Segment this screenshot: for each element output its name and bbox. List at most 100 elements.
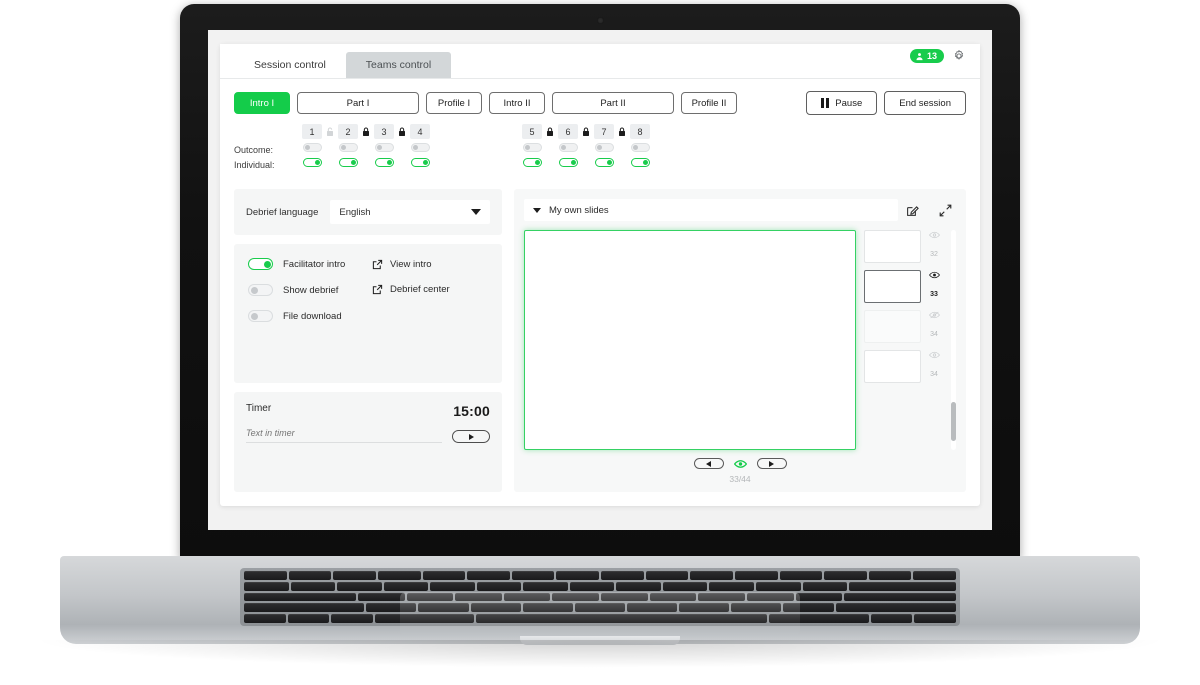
app-body: Intro I Part I Profile I Intro II Part I… [220,79,980,506]
option-facilitator-intro[interactable]: Facilitator intro [248,258,372,270]
slides-panel: My own slides 32 33 34 34 33/44 [514,189,966,492]
individual-toggle-4[interactable] [410,158,430,167]
phase-button-part-2[interactable]: Part II [552,92,674,114]
matrix-label-outcome: Outcome: [234,145,274,155]
individual-toggle-8[interactable] [630,158,650,167]
debrief-language-card: Debrief language English [234,189,502,235]
chevron-down-icon [533,207,541,213]
outcome-toggle-6[interactable] [558,143,578,152]
slot-number-3: 3 [374,124,394,139]
laptop-screen: Session control Teams control 13 Intro I… [208,30,992,530]
thumbnail-meta: 34 [926,310,942,338]
arrow-left-icon [706,460,711,467]
outcome-toggle-3[interactable] [374,143,394,152]
slide-deck-select[interactable]: My own slides [524,199,898,221]
slide-thumbnail[interactable] [864,350,921,383]
thumbnail-scrollbar-track[interactable] [951,230,956,450]
show-debrief-label: Show debrief [283,284,339,296]
option-show-debrief[interactable]: Show debrief [248,284,372,296]
phase-button-profile-2[interactable]: Profile II [681,92,737,114]
tab-session-control[interactable]: Session control [234,52,346,78]
options-grid: Facilitator intro Show debrief File down… [248,258,488,322]
eye-icon[interactable] [928,351,940,359]
current-slide-preview[interactable] [524,230,856,450]
slide-thumbnail-list: 32 33 34 34 [864,230,956,450]
debrief-language-value: English [339,206,371,218]
timer-play-button[interactable] [452,430,490,443]
participants-badge[interactable]: 13 [909,49,944,63]
facilitator-intro-toggle[interactable] [248,258,273,270]
slide-number: 32 [930,251,938,258]
option-file-download[interactable]: File download [248,310,372,322]
individual-toggle-7[interactable] [594,158,614,167]
timer-header: Timer 15:00 [246,403,490,419]
outcome-toggle-7[interactable] [594,143,614,152]
eye-icon[interactable] [928,271,940,279]
webcam-icon [596,17,604,24]
individual-toggle-1[interactable] [302,158,322,167]
lock-open-icon [322,127,338,137]
phase-button-profile-1[interactable]: Profile I [426,92,482,114]
toggle-matrix: Outcome: Individual: 1 2 3 4 5 6 7 8 [234,123,966,173]
left-column: Debrief language English Facilitator int… [234,189,502,492]
options-toggle-column: Facilitator intro Show debrief File down… [248,258,372,322]
outcome-toggle-5[interactable] [522,143,542,152]
edit-icon[interactable] [906,204,919,217]
previous-slide-button[interactable] [693,458,724,469]
slide-thumbnail[interactable] [864,270,921,303]
options-link-column: View intro Debrief center [372,258,488,322]
file-download-toggle[interactable] [248,310,273,322]
slide-number: 34 [930,331,938,338]
end-session-button[interactable]: End session [884,91,966,115]
debrief-center-label: Debrief center [390,284,450,295]
chevron-down-icon [471,209,481,215]
person-icon [916,52,923,60]
outcome-toggle-8[interactable] [630,143,650,152]
present-eye-icon[interactable] [733,459,747,469]
view-intro-link[interactable]: View intro [372,259,488,270]
individual-toggle-2[interactable] [338,158,358,167]
slide-thumbnail[interactable] [864,310,921,343]
matrix-group-b: 5 6 7 8 [522,123,650,170]
eye-icon[interactable] [928,231,940,239]
debrief-language-label: Debrief language [246,206,319,218]
slides-footer: 33/44 [524,458,956,484]
slides-body: 32 33 34 34 [524,230,956,450]
eye-off-icon[interactable] [928,311,940,319]
pause-button[interactable]: Pause [806,91,878,115]
slot-number-5: 5 [522,124,542,139]
outcome-toggle-1[interactable] [302,143,322,152]
debrief-language-select[interactable]: English [330,200,490,224]
slot-number-8: 8 [630,124,650,139]
next-slide-button[interactable] [756,458,787,469]
timer-text-input[interactable] [246,428,442,443]
lock-closed-icon [358,127,374,137]
matrix-group-a: 1 2 3 4 [302,123,430,170]
phase-button-intro-2[interactable]: Intro II [489,92,545,114]
tab-bar: Session control Teams control 13 [220,44,980,78]
individual-toggle-3[interactable] [374,158,394,167]
thumbnail-meta: 33 [926,270,942,298]
phase-button-intro-1[interactable]: Intro I [234,92,290,114]
matrix-row-outcome-a [302,140,430,155]
slide-number: 34 [930,371,938,378]
thumbnail-meta: 32 [926,230,942,258]
slot-number-7: 7 [594,124,614,139]
matrix-row-labels: Outcome: Individual: [234,123,302,173]
tab-teams-control[interactable]: Teams control [345,52,452,78]
list-item: 33 [864,270,942,303]
gear-icon[interactable] [952,49,966,63]
thumbnail-scrollbar-thumb[interactable] [951,401,956,442]
expand-icon[interactable] [939,204,952,217]
outcome-toggle-2[interactable] [338,143,358,152]
individual-toggle-6[interactable] [558,158,578,167]
slide-thumbnail[interactable] [864,230,921,263]
outcome-toggle-4[interactable] [410,143,430,152]
matrix-label-individual: Individual: [234,160,275,170]
show-debrief-toggle[interactable] [248,284,273,296]
app-window: Session control Teams control 13 Intro I… [220,44,980,506]
debrief-center-link[interactable]: Debrief center [372,284,488,295]
keyboard-row [244,571,956,580]
phase-button-part-1[interactable]: Part I [297,92,419,114]
individual-toggle-5[interactable] [522,158,542,167]
